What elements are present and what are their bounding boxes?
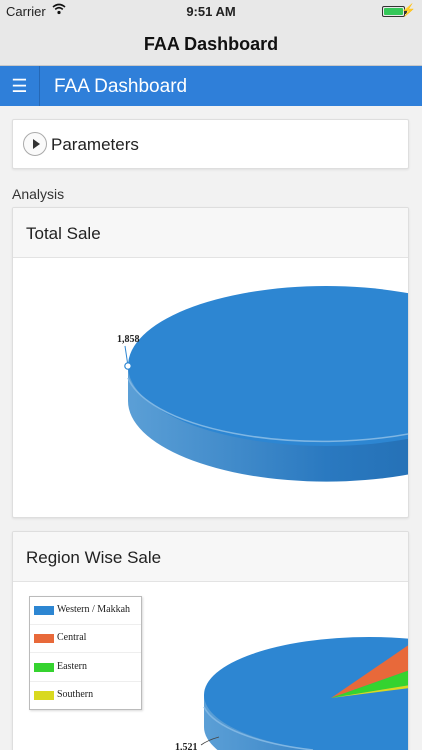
analysis-label: Analysis	[12, 186, 65, 202]
legend-item[interactable]: Central	[30, 625, 141, 653]
parameters-panel[interactable]: Parameters	[12, 119, 409, 169]
region-sale-title: Region Wise Sale	[26, 548, 162, 567]
nav-bar: FAA Dashboard	[0, 22, 422, 66]
hamburger-icon: ☰	[11, 76, 28, 96]
region-sale-card: Region Wise Sale 1,521 Western / Makkah …	[12, 531, 409, 750]
region-sale-header: Region Wise Sale	[13, 532, 408, 582]
total-sale-header: Total Sale	[13, 208, 408, 258]
legend-swatch	[34, 691, 54, 700]
play-icon[interactable]	[23, 132, 47, 156]
legend-swatch	[34, 663, 54, 672]
data-point-marker	[124, 362, 132, 370]
total-sale-title: Total Sale	[26, 224, 101, 243]
status-bar: Carrier 9:51 AM ⚡	[0, 0, 422, 22]
parameters-label: Parameters	[51, 135, 139, 154]
legend-label: Central	[57, 632, 87, 643]
charging-icon: ⚡	[401, 3, 416, 17]
menu-button[interactable]: ☰	[0, 66, 40, 106]
legend-swatch	[34, 634, 54, 643]
app-header: ☰ FAA Dashboard	[0, 66, 422, 106]
legend-item[interactable]: Eastern	[30, 654, 141, 682]
legend-item[interactable]: Western / Makkah	[30, 597, 141, 625]
total-sale-chart: 1,858	[117, 286, 408, 482]
legend-label: Southern	[57, 689, 94, 700]
nav-title: FAA Dashboard	[143, 34, 279, 54]
data-label: 1,521	[175, 742, 198, 750]
legend-item[interactable]: Southern	[30, 682, 141, 710]
data-label: 1,858	[117, 334, 140, 345]
chart-legend: Western / Makkah Central Eastern Souther…	[29, 596, 142, 710]
legend-label: Western / Makkah	[57, 604, 131, 615]
total-sale-card: Total Sale 1,858	[12, 207, 409, 518]
legend-label: Eastern	[57, 661, 87, 672]
app-title: FAA Dashboard	[54, 76, 188, 97]
clock: 9:51 AM	[186, 4, 236, 19]
legend-swatch	[34, 606, 54, 615]
